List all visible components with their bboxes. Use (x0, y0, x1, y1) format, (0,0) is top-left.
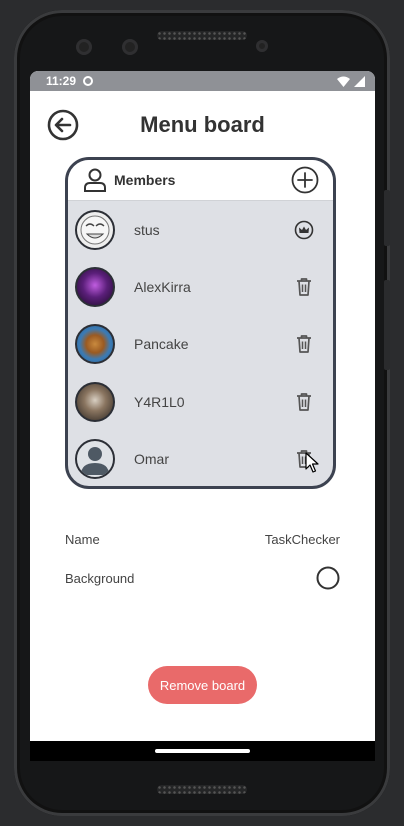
remove-member-button[interactable] (293, 333, 315, 355)
remove-member-button[interactable] (293, 391, 315, 413)
members-header: Members (68, 160, 333, 201)
member-row[interactable]: Y4R1L0 (68, 373, 333, 430)
name-row: Name TaskChecker (65, 529, 340, 549)
front-camera-icon (76, 39, 92, 55)
member-row[interactable]: Omar (68, 431, 333, 486)
background-label: Background (65, 570, 135, 586)
member-name: stus (134, 221, 160, 238)
home-indicator[interactable] (155, 749, 250, 753)
power-button (384, 190, 390, 246)
status-time: 11:29 (46, 74, 77, 88)
add-member-button[interactable] (291, 166, 319, 194)
header: Menu board (30, 91, 375, 143)
notification-icon (83, 76, 94, 86)
status-bar: 11:29 (30, 71, 375, 91)
proximity-sensor-icon (256, 40, 268, 52)
person-icon (84, 168, 106, 192)
member-name: Omar (134, 451, 169, 468)
member-row[interactable]: AlexKirra (68, 258, 333, 315)
member-row[interactable]: Pancake (68, 316, 333, 373)
members-card: Members stus AlexKirra Pancake Y4R1L0 Om… (65, 157, 336, 489)
speaker-grille-bottom (157, 785, 247, 794)
avatar (75, 324, 115, 365)
default-avatar-icon (81, 447, 109, 476)
avatar (75, 209, 115, 250)
board-name-value[interactable]: TaskChecker (265, 532, 340, 547)
speaker-grille-top (157, 31, 247, 40)
volume-button (384, 280, 390, 370)
member-name: AlexKirra (134, 279, 191, 296)
avatar (75, 381, 115, 422)
remove-board-button[interactable]: Remove board (148, 666, 257, 704)
front-sensor-icon (122, 39, 138, 55)
meme-face-icon (80, 215, 110, 245)
background-color-picker[interactable] (316, 566, 340, 590)
crown-icon (294, 220, 314, 239)
member-row[interactable]: stus (68, 201, 333, 258)
board-settings: Name TaskChecker Background (65, 529, 340, 590)
page-title: Menu board (140, 112, 265, 137)
signal-icon (354, 75, 365, 87)
remove-member-button[interactable] (293, 276, 315, 298)
member-name: Y4R1L0 (134, 393, 185, 410)
mouse-cursor-icon (305, 452, 319, 473)
avatar (75, 439, 115, 480)
wifi-icon (337, 76, 350, 87)
members-title: Members (114, 172, 176, 188)
avatar (75, 267, 115, 308)
member-name: Pancake (134, 336, 189, 353)
background-row: Background (65, 566, 340, 590)
name-label: Name (65, 531, 100, 547)
app-screen: 11:29 Menu board Members stus AlexKirra … (30, 71, 375, 741)
